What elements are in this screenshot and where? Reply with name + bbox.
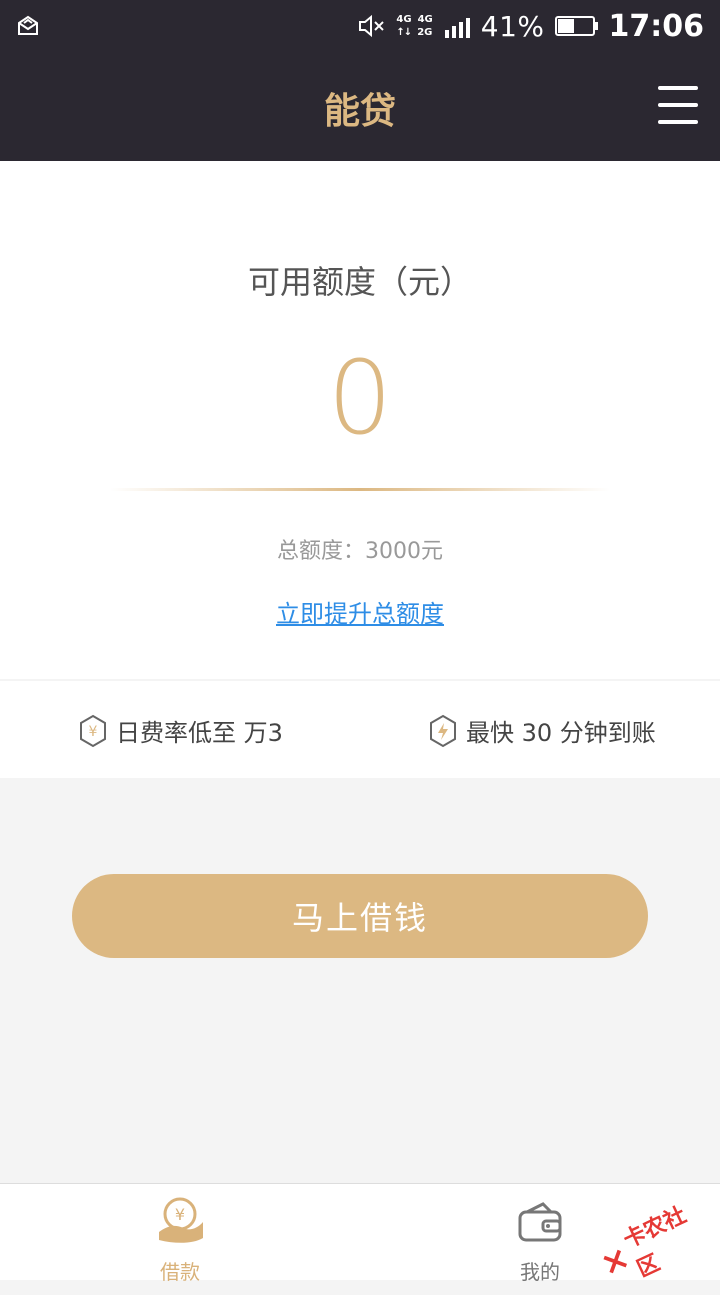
status-bar: 4G 4G ↑↓ 2G 41% 17:06 [0,0,720,52]
top-navigation: 能贷 [0,52,720,161]
notification-mail-icon [18,15,38,35]
gold-divider [110,488,610,491]
network-type-2g: 2G [417,26,433,38]
signal-icon [444,18,470,38]
status-icons: 4G 4G ↑↓ 2G 41% 17:06 [358,8,704,44]
borrow-now-button[interactable]: 马上借钱 [72,874,648,958]
page-title: 能贷 [323,91,396,132]
feature-low-fee: ¥ 日费率低至 万3 [78,713,283,748]
watermark: 卡农社区 [596,1201,713,1286]
svg-text:¥: ¥ [175,1205,185,1224]
tab-mine[interactable]: 我的 [480,1190,600,1284]
network-type-4g-2: 4G [417,13,433,25]
battery-icon [554,16,598,36]
feature-fast-arrival: 最快 30 分钟到账 [428,713,656,748]
available-credit-label: 可用额度（元） [247,263,472,301]
bottom-tab-bar: ¥ 借款 我的 卡农社区 [0,1183,720,1284]
lightning-hexagon-icon [430,714,456,747]
battery-percent: 41% [480,9,545,43]
tab-mine-label: 我的 [520,1260,560,1284]
menu-icon-line-1 [658,86,698,90]
wallet-icon [518,1202,562,1242]
network-type: 4G 4G ↑↓ 2G [396,13,433,38]
available-credit-amount: 0 [327,339,393,458]
raise-credit-link[interactable]: 立即提升总额度 [0,594,720,629]
menu-button[interactable] [658,86,698,124]
tab-borrow[interactable]: ¥ 借款 [120,1190,240,1284]
tab-borrow-label: 借款 [160,1260,200,1284]
network-type-4g-1: 4G [396,13,412,25]
credit-card: 可用额度（元） 0 总额度：3000元 立即提升总额度 [0,161,720,679]
feature-fast-arrival-text: 最快 30 分钟到账 [466,719,656,747]
watermark-text: 卡农社区 [619,1202,691,1283]
mute-icon [359,14,385,38]
feature-low-fee-text: 日费率低至 万3 [116,719,283,747]
menu-icon-line-2 [658,103,698,107]
yen-hexagon-icon: ¥ [80,714,106,747]
clock-time: 17:06 [608,8,705,44]
data-arrows-icon: ↑↓ [396,26,412,38]
features-row: ¥ 日费率低至 万3 最快 30 分钟到账 [0,681,720,778]
menu-icon-line-3 [658,120,698,124]
watermark-logo-icon [603,1249,627,1274]
svg-text:¥: ¥ [89,724,98,740]
total-credit-text: 总额度：3000元 [277,539,443,564]
yen-hand-icon: ¥ [159,1197,203,1243]
